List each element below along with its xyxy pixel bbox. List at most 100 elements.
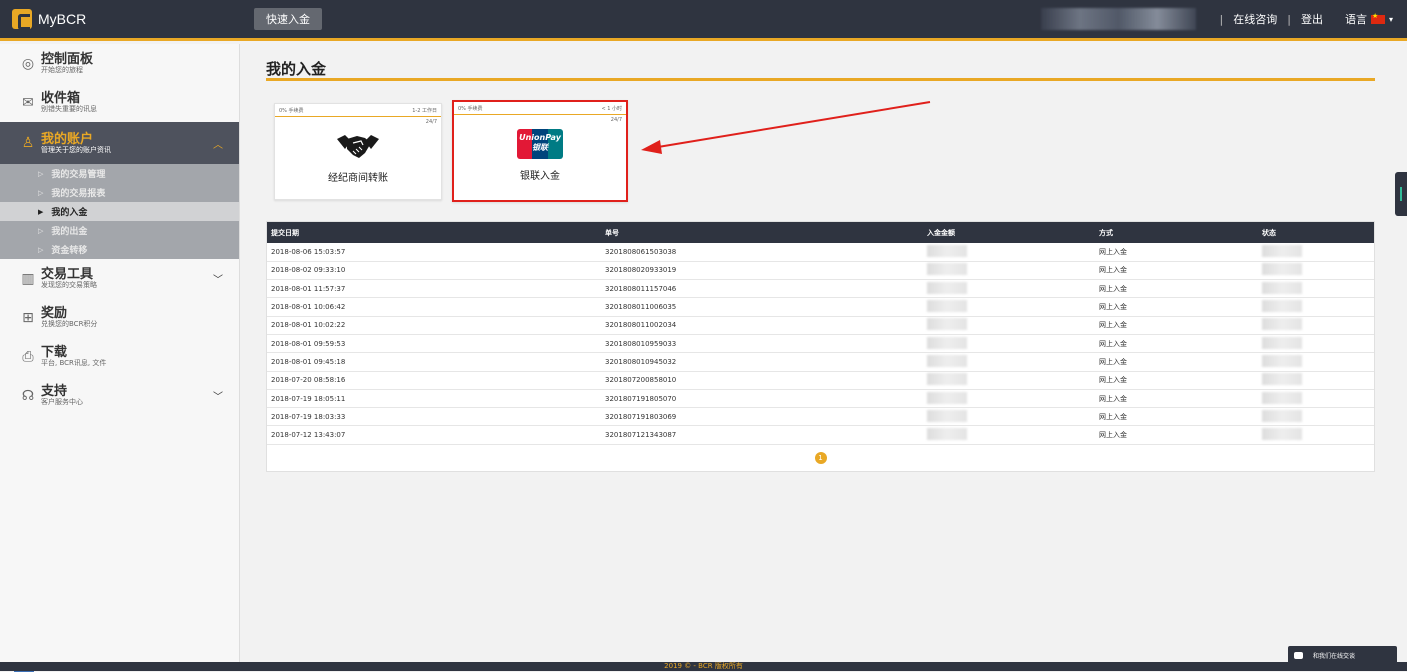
- cell-date: 2018-08-01 11:57:37: [267, 279, 601, 299]
- table-row: 2018-08-01 10:06:42 3201808011006035 网上入金: [267, 297, 1374, 317]
- logo-text: MyBCR: [38, 11, 87, 27]
- cell-amount: [923, 316, 1095, 335]
- cell-status: [1258, 389, 1374, 409]
- triangle-right-filled-icon: ▶: [38, 207, 44, 216]
- language-selector[interactable]: 语言 ▾: [1345, 11, 1393, 27]
- triangle-right-icon: ▷: [38, 226, 44, 235]
- cell-amount: [923, 297, 1095, 317]
- side-feedback-tab[interactable]: [1395, 172, 1407, 216]
- table-row: 2018-07-20 08:58:16 3201807200858010 网上入金: [267, 371, 1374, 390]
- deposit-method-cards: 0% 手续费 1-2 工作日 24/7 经纪商间转账 0% 手续费 < 1 小时: [274, 100, 1375, 202]
- sidebar-item-downloads[interactable]: ⎙ 下载 平台, BCR讯息, 文件: [0, 337, 239, 376]
- cell-amount: [923, 261, 1095, 281]
- quick-deposit-button[interactable]: 快速入金: [254, 8, 322, 30]
- cell-date: 2018-08-01 09:45:18: [267, 352, 601, 372]
- redacted-value: [927, 373, 967, 386]
- sidebar-item-support[interactable]: ☊ 支持 客户服务中心 ﹀: [0, 376, 239, 415]
- chevron-down-icon: ﹀: [213, 275, 223, 286]
- unionpay-logo-text: UnionPay: [519, 133, 561, 142]
- sidebar-item-subtitle: 发现您的交易策略: [41, 281, 97, 289]
- cell-date: 2018-08-06 15:03:57: [267, 243, 601, 262]
- redacted-value: [1262, 244, 1302, 257]
- submenu-label: 资金转移: [51, 246, 88, 256]
- cell-date: 2018-08-01 10:02:22: [267, 316, 601, 335]
- cell-date: 2018-07-19 18:05:11: [267, 389, 601, 409]
- chat-bubble-icon: [1294, 651, 1303, 659]
- broker-transfer-card[interactable]: 0% 手续费 1-2 工作日 24/7 经纪商间转账: [274, 103, 442, 200]
- column-header-order-number[interactable]: 单号: [601, 222, 923, 243]
- table-row: 2018-07-12 13:43:07 3201807121343087 网上入金: [267, 425, 1374, 445]
- sidebar-item-rewards[interactable]: ⊞ 奖励 兑换您的BCR积分: [0, 298, 239, 337]
- unionpay-logo-text-cn: 银联: [532, 143, 548, 152]
- page-button-current[interactable]: 1: [814, 451, 827, 464]
- column-header-date[interactable]: 提交日期: [267, 222, 601, 243]
- cell-method: 网上入金: [1095, 316, 1258, 335]
- redacted-value: [1262, 373, 1302, 386]
- gift-icon: ⊞: [22, 309, 34, 326]
- top-right-menu: | 在线咨询 | 登出 语言 ▾: [1040, 0, 1407, 38]
- cell-method: 网上入金: [1095, 389, 1258, 409]
- card-header: 0% 手续费 1-2 工作日: [275, 104, 441, 117]
- sidebar-item-inbox[interactable]: ✉ 收件箱 别错失重要的讯息: [0, 83, 239, 122]
- card-header: 0% 手续费 < 1 小时: [454, 102, 626, 115]
- sidebar-item-title: 支持: [41, 384, 68, 399]
- redacted-value: [1262, 336, 1302, 349]
- table-row: 2018-08-01 09:59:53 3201808010959033 网上入金: [267, 334, 1374, 354]
- redacted-value: [927, 244, 967, 257]
- unionpay-card[interactable]: 0% 手续费 < 1 小时 24/7 UnionPay 银联 银联入金: [452, 100, 628, 202]
- main-content: 我的入金 0% 手续费 1-2 工作日 24/7 经纪商间转账 0% 手续费 <…: [266, 44, 1375, 472]
- sidebar-item-subtitle: 平台, BCR讯息, 文件: [41, 359, 107, 367]
- column-header-status[interactable]: 状态: [1258, 222, 1374, 243]
- cell-date: 2018-07-20 08:58:16: [267, 371, 601, 390]
- chevron-down-icon: ﹀: [213, 392, 223, 403]
- column-header-amount[interactable]: 入金金额: [923, 222, 1095, 243]
- cell-status: [1258, 316, 1374, 335]
- logout-link[interactable]: 登出: [1301, 11, 1323, 27]
- cell-method: 网上入金: [1095, 279, 1258, 299]
- cell-method: 网上入金: [1095, 371, 1258, 390]
- separator: |: [1219, 12, 1224, 26]
- sidebar-item-trading-tools[interactable]: ▥ 交易工具 发现您的交易策略 ﹀: [0, 259, 239, 298]
- cell-amount: [923, 407, 1095, 427]
- sidebar-item-my-account[interactable]: ♙ 我的账户 管理关于您的账户资讯 ︿: [0, 122, 239, 164]
- cell-date: 2018-08-01 10:06:42: [267, 297, 601, 317]
- top-bar: MyBCR 快速入金 | 在线咨询 | 登出 语言 ▾: [0, 0, 1407, 41]
- cell-method: 网上入金: [1095, 243, 1258, 262]
- logo[interactable]: MyBCR: [12, 9, 240, 30]
- gauge-icon: ◎: [21, 55, 35, 72]
- redacted-value: [1262, 428, 1302, 441]
- triangle-right-icon: ▷: [38, 245, 44, 254]
- cell-order-number: 3201807191803069: [601, 407, 923, 427]
- sidebar-item-subtitle: 别错失重要的讯息: [41, 105, 97, 113]
- submenu-my-withdrawal[interactable]: ▷ 我的出金: [0, 221, 239, 240]
- cell-method: 网上入金: [1095, 407, 1258, 427]
- cell-status: [1258, 279, 1374, 299]
- envelope-icon: ✉: [22, 94, 34, 111]
- cell-amount: [923, 243, 1095, 262]
- submenu-trade-report[interactable]: ▷ 我的交易报表: [0, 183, 239, 202]
- chat-label: 和我们在线交谈: [1313, 652, 1356, 660]
- column-header-method[interactable]: 方式: [1095, 222, 1258, 243]
- cell-method: 网上入金: [1095, 425, 1258, 445]
- triangle-right-icon: ▷: [38, 169, 44, 178]
- submenu-trade-management[interactable]: ▷ 我的交易管理: [0, 164, 239, 183]
- table-row: 2018-08-01 10:02:22 3201808011002034 网上入金: [267, 316, 1374, 335]
- cell-method: 网上入金: [1095, 334, 1258, 354]
- sidebar-item-dashboard[interactable]: ◎ 控制面板 开始您的旅程: [0, 44, 239, 83]
- card-time: 1-2 工作日: [412, 108, 437, 114]
- live-chat-button[interactable]: 和我们在线交谈: [1288, 646, 1397, 664]
- table-row: 2018-08-01 09:45:18 3201808010945032 网上入金: [267, 352, 1374, 372]
- redacted-value: [1262, 263, 1302, 276]
- submenu-my-deposit[interactable]: ▶ 我的入金: [0, 202, 239, 221]
- redacted-value: [927, 391, 967, 404]
- sidebar-item-title: 控制面板: [41, 52, 94, 67]
- cell-order-number: 3201808061503038: [601, 243, 923, 262]
- download-icon: ⎙: [22, 348, 34, 365]
- cell-status: [1258, 297, 1374, 317]
- cell-order-number: 3201808011002034: [601, 316, 923, 335]
- sidebar-item-title: 下载: [41, 345, 68, 360]
- redacted-value: [927, 336, 967, 349]
- online-consult-link[interactable]: 在线咨询: [1233, 11, 1277, 27]
- submenu-fund-transfer[interactable]: ▷ 资金转移: [0, 240, 239, 259]
- submenu-label: 我的入金: [51, 208, 88, 218]
